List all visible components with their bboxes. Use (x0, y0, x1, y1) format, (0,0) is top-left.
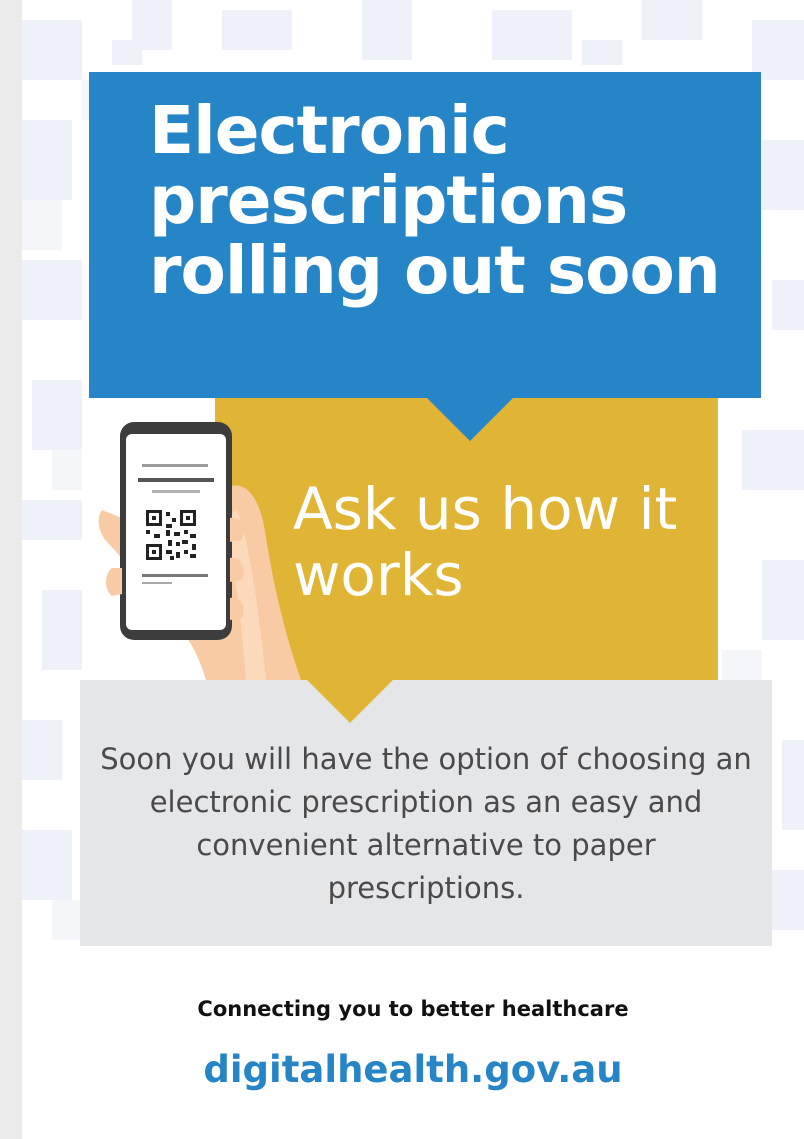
callout-pointer (306, 679, 394, 723)
tagline: Connecting you to better healthcare (197, 997, 629, 1021)
phone-with-qr-code-icon (98, 422, 301, 680)
page-margin (0, 0, 22, 1139)
headline-panel: Electronic prescriptions rolling out soo… (89, 72, 761, 398)
headline: Electronic prescriptions rolling out soo… (149, 92, 721, 309)
headline-pointer (426, 397, 514, 441)
poster: Electronic prescriptions rolling out soo… (22, 0, 804, 1139)
info-text: Soon you will have the option of choosin… (100, 742, 752, 905)
callout-text: Ask us how it works (293, 475, 678, 609)
website-link[interactable]: digitalhealth.gov.au (22, 1048, 804, 1091)
info-panel: Soon you will have the option of choosin… (80, 680, 772, 946)
